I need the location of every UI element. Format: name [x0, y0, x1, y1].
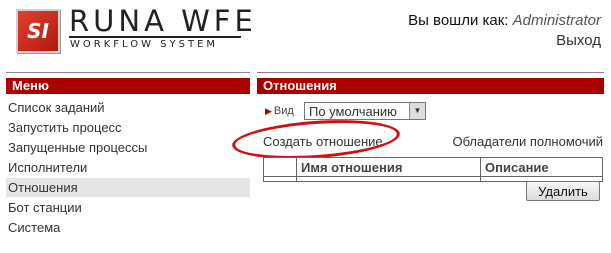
logo-divider [69, 36, 241, 38]
relation-name-column-header[interactable]: Имя отношения [296, 157, 481, 177]
main-top-rule [257, 72, 604, 73]
description-column-header[interactable]: Описание [480, 157, 603, 177]
permission-holders-link[interactable]: Обладатели полномочий [452, 134, 603, 149]
menu-item-task-list[interactable]: Список заданий [6, 98, 250, 117]
logo-subtitle: WORKFLOW SYSTEM [70, 39, 219, 50]
main-header: Отношения [257, 78, 604, 94]
logged-in-as: Вы вошли как: Administrator [408, 12, 601, 29]
view-label-text: Вид [273, 105, 294, 117]
select-column-header [263, 157, 297, 177]
menu-item-relations[interactable]: Отношения [6, 178, 250, 197]
view-select-value: По умолчанию [309, 104, 397, 119]
menu-item-system[interactable]: Система [6, 218, 250, 237]
menu-item-bot-stations[interactable]: Бот станции [6, 198, 250, 217]
view-label: ▶ Вид [265, 105, 294, 117]
logout-link[interactable]: Выход [556, 32, 601, 49]
menu-header: Меню [6, 78, 250, 94]
menu-item-start-process[interactable]: Запустить процесс [6, 118, 250, 137]
menu-item-running-processes[interactable]: Запущенные процессы [6, 138, 250, 157]
view-select[interactable]: По умолчанию ▼ [304, 102, 426, 120]
logo-name: RUNA WFE [69, 4, 257, 38]
table-header-row: Имя отношения Описание [263, 157, 603, 177]
menu-item-executors[interactable]: Исполнители [6, 158, 250, 177]
triangle-right-icon: ▶ [265, 106, 272, 116]
relations-table: Имя отношения Описание [263, 157, 603, 182]
runa-logo-badge: SI [16, 9, 60, 53]
menu-top-rule [6, 72, 250, 73]
delete-button[interactable]: Удалить [526, 181, 600, 201]
chevron-down-icon[interactable]: ▼ [409, 103, 425, 119]
user-name: Administrator [512, 12, 601, 29]
logged-in-prefix: Вы вошли как: [408, 12, 509, 29]
